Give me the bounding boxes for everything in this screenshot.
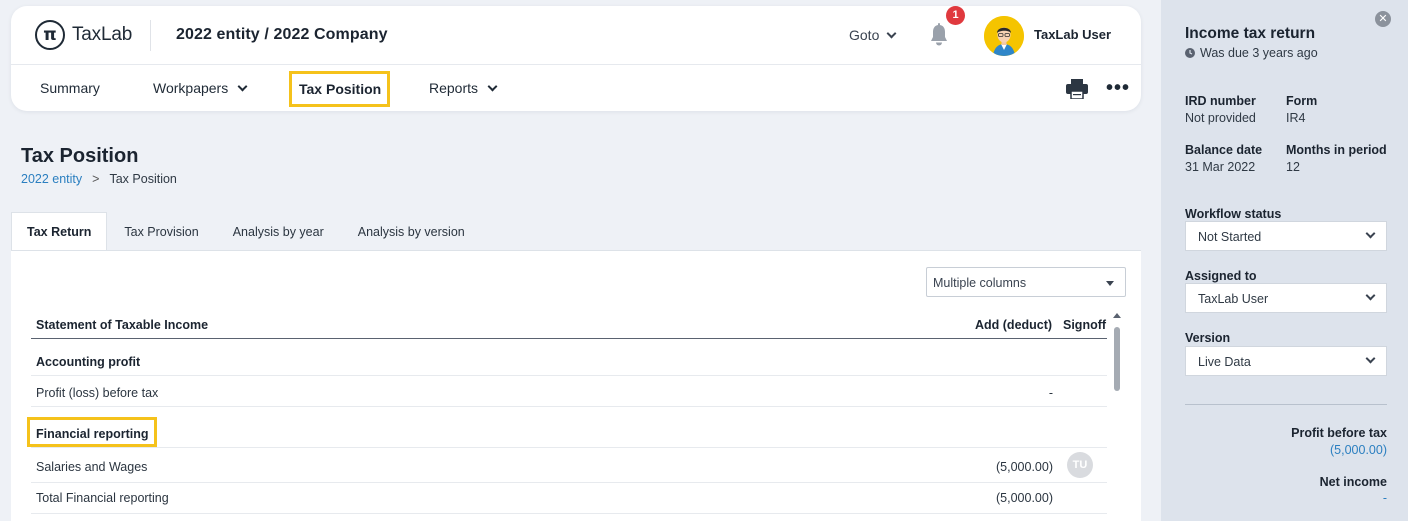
columns-select-value: Multiple columns xyxy=(933,276,1027,290)
person-avatar-icon xyxy=(984,16,1024,56)
taxlab-logo-text: TaxLab xyxy=(72,24,133,45)
row-amount: - xyxy=(1048,386,1053,400)
header-divider xyxy=(150,20,151,51)
nav-summary-label: Summary xyxy=(40,80,100,96)
row-amount: (5,000.00) xyxy=(996,460,1053,474)
taxable-income-table: Statement of Taxable Income Add (deduct)… xyxy=(27,315,1107,514)
table-row-salaries-and-wages[interactable]: Salaries and Wages (5,000.00) TU xyxy=(31,448,1107,483)
table-row-profit-before-tax[interactable]: Profit (loss) before tax - xyxy=(31,376,1107,407)
taxlab-logo[interactable]: π TaxLab xyxy=(35,20,132,50)
goto-label: Goto xyxy=(849,27,880,43)
nav-summary[interactable]: Summary xyxy=(40,80,100,96)
sidebar-title: Income tax return xyxy=(1185,25,1316,42)
table-row-total-financial-reporting[interactable]: Total Financial reporting (5,000.00) xyxy=(31,483,1107,514)
workflow-status-select[interactable]: Not Started xyxy=(1185,221,1387,251)
scroll-thumb[interactable] xyxy=(1114,327,1120,391)
nav-workpapers[interactable]: Workpapers xyxy=(153,80,248,96)
bell-icon[interactable] xyxy=(928,22,950,48)
row-label: Total Financial reporting xyxy=(36,491,169,505)
net-income-label: Net income xyxy=(1319,475,1387,489)
tab-tax-return[interactable]: Tax Return xyxy=(11,212,108,251)
page-title: Tax Position xyxy=(21,145,139,167)
tab-tax-provision[interactable]: Tax Provision xyxy=(107,212,215,251)
row-label: Accounting profit xyxy=(36,355,141,369)
clock-icon xyxy=(1185,48,1195,58)
ird-number-label: IRD number xyxy=(1185,94,1256,108)
user-avatar[interactable] xyxy=(984,16,1024,56)
row-label: Profit (loss) before tax xyxy=(36,386,159,400)
caret-down-icon xyxy=(1106,281,1114,286)
main-nav: Summary Workpapers Tax Position Reports … xyxy=(11,65,1141,111)
assigned-to-label: Assigned to xyxy=(1185,269,1257,283)
assigned-to-select[interactable]: TaxLab User xyxy=(1185,283,1387,313)
col-header-add-deduct: Add (deduct) xyxy=(975,318,1053,332)
row-label: Financial reporting xyxy=(36,427,149,441)
ird-number-value: Not provided xyxy=(1185,111,1256,125)
nav-reports[interactable]: Reports xyxy=(429,80,498,96)
taxlab-logo-mark: π xyxy=(35,20,65,50)
chevron-down-icon xyxy=(1365,353,1376,364)
workflow-status-label: Workflow status xyxy=(1185,207,1282,221)
col-header-signoff: Signoff xyxy=(1063,318,1107,332)
signoff-badge[interactable]: TU xyxy=(1067,452,1093,478)
notification-badge: 1 xyxy=(946,6,965,25)
version-value: Live Data xyxy=(1198,355,1251,369)
version-label: Version xyxy=(1185,331,1231,345)
table-scrollbar[interactable] xyxy=(1111,311,1123,521)
balance-date-value: 31 Mar 2022 xyxy=(1185,160,1256,174)
months-in-period-label: Months in period xyxy=(1286,143,1387,157)
company-title: 2022 entity / 2022 Company xyxy=(176,26,388,43)
profit-before-tax-value[interactable]: (5,000.00) xyxy=(1330,443,1387,457)
chevron-down-icon xyxy=(886,28,897,38)
username-label[interactable]: TaxLab User xyxy=(1034,27,1111,42)
table-row-accounting-profit: Accounting profit xyxy=(31,339,1107,376)
breadcrumb-current: Tax Position xyxy=(109,172,177,186)
breadcrumb-entity-link[interactable]: 2022 entity xyxy=(21,172,82,186)
header-top-row: π TaxLab 2022 entity / 2022 Company Goto… xyxy=(11,6,1141,65)
row-amount: (5,000.00) xyxy=(996,491,1053,505)
table-row-financial-reporting: Financial reporting xyxy=(27,407,1107,448)
chevron-down-icon xyxy=(487,81,498,91)
net-income-value[interactable]: - xyxy=(1383,491,1387,505)
tab-analysis-by-version[interactable]: Analysis by version xyxy=(341,212,482,251)
columns-select[interactable]: Multiple columns xyxy=(926,267,1126,297)
assigned-to-value: TaxLab User xyxy=(1198,292,1269,306)
tab-analysis-by-year[interactable]: Analysis by year xyxy=(216,212,341,251)
breadcrumb-separator: > xyxy=(92,172,100,186)
nav-reports-label: Reports xyxy=(429,80,479,96)
tax-return-panel: Multiple columns Statement of Taxable In… xyxy=(11,250,1141,521)
due-status: Was due 3 years ago xyxy=(1185,46,1318,60)
due-text: Was due 3 years ago xyxy=(1200,46,1318,60)
close-icon[interactable]: ✕ xyxy=(1375,11,1391,27)
income-tax-return-sidebar: ✕ Income tax return Was due 3 years ago … xyxy=(1161,0,1408,521)
form-label: Form xyxy=(1286,94,1318,108)
row-label: Salaries and Wages xyxy=(36,460,148,474)
workflow-status-value: Not Started xyxy=(1198,230,1262,244)
chevron-down-icon xyxy=(1365,228,1376,239)
goto-dropdown[interactable]: Goto xyxy=(849,27,897,43)
breadcrumb: 2022 entity > Tax Position xyxy=(21,172,177,186)
more-options-icon[interactable]: ••• xyxy=(1106,77,1130,100)
version-select[interactable]: Live Data xyxy=(1185,346,1387,376)
nav-workpapers-label: Workpapers xyxy=(153,80,229,96)
balance-date-label: Balance date xyxy=(1185,143,1263,157)
sidebar-divider xyxy=(1185,404,1387,405)
scroll-up-arrow-icon[interactable] xyxy=(1113,313,1121,318)
nav-tax-position[interactable]: Tax Position xyxy=(299,81,381,97)
tax-position-tabs: Tax Return Tax Provision Analysis by yea… xyxy=(11,212,482,251)
form-value: IR4 xyxy=(1286,111,1306,125)
months-in-period-value: 12 xyxy=(1286,160,1300,174)
chevron-down-icon xyxy=(1365,290,1376,301)
table-header: Statement of Taxable Income Add (deduct)… xyxy=(31,315,1107,339)
chevron-down-icon xyxy=(237,81,248,91)
app-header: π TaxLab 2022 entity / 2022 Company Goto… xyxy=(11,6,1141,111)
profit-before-tax-label: Profit before tax xyxy=(1291,426,1387,440)
col-header-statement: Statement of Taxable Income xyxy=(36,318,209,332)
printer-icon[interactable] xyxy=(1066,79,1088,99)
